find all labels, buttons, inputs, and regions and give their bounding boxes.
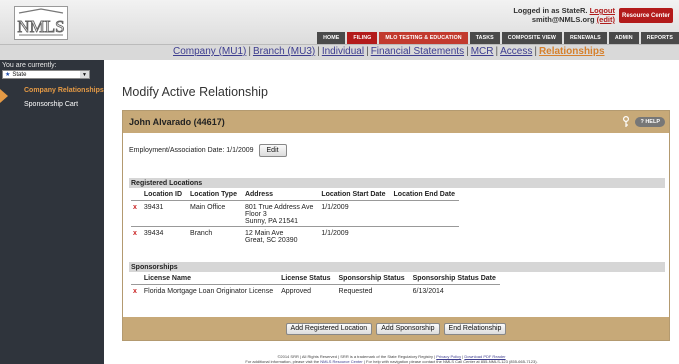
- location-type: Branch: [186, 226, 241, 245]
- logo-text: NMLS: [17, 17, 64, 36]
- key-icon[interactable]: [621, 116, 631, 128]
- table-row: x Florida Mortgage Loan Originator Licen…: [131, 284, 500, 296]
- nav-filing[interactable]: FILING: [347, 32, 378, 44]
- state-select[interactable]: ★ State ▼: [2, 70, 90, 79]
- table-row: x 39434 Branch 12 Main Ave Great, SC 203…: [131, 226, 459, 245]
- column-header: Location Start Date: [321, 191, 386, 198]
- panel-title: John Alvarado (44617): [129, 117, 225, 127]
- sponsorships-table: License Name License Status Sponsorship …: [131, 273, 500, 296]
- end-relationship-button[interactable]: End Relationship: [443, 322, 507, 335]
- star-icon: ★: [5, 72, 11, 78]
- remove-location-icon[interactable]: x: [131, 226, 140, 245]
- license-status: Approved: [277, 284, 335, 296]
- sub-nav: Company (MU1) | Branch (MU3) | Individual | Fi…: [173, 46, 605, 57]
- logout-link[interactable]: Logout: [590, 6, 615, 15]
- relationship-panel: John Alvarado (44617) ? HELP Employment/…: [122, 110, 670, 341]
- page-footer: ©2014 SRR | All Rights Reserved | SRR is…: [245, 354, 538, 364]
- help-button[interactable]: ? HELP: [635, 117, 665, 127]
- location-address: 12 Main Ave Great, SC 20390: [240, 226, 318, 245]
- subnav-individual[interactable]: Individual: [322, 46, 364, 57]
- location-id: 39431: [139, 200, 187, 227]
- logged-in-text: Logged in as StateR.: [513, 6, 588, 15]
- registered-locations-heading: Registered Locations: [129, 178, 665, 188]
- header-bar: NMLS Logged in as StateR. Logout smith@N…: [0, 0, 679, 45]
- column-header: Address: [244, 191, 273, 198]
- subnav-branch[interactable]: Branch (MU3): [253, 46, 315, 57]
- remove-sponsorship-icon[interactable]: x: [131, 284, 140, 296]
- sponsorship-status: Requested: [334, 284, 409, 296]
- panel-footer: Add Registered Location Add Sponsorship …: [123, 317, 669, 340]
- user-email: smith@NMLS.org: [531, 15, 595, 24]
- add-registered-location-button[interactable]: Add Registered Location: [285, 322, 373, 335]
- subnav-financial-statements[interactable]: Financial Statements: [371, 46, 464, 57]
- panel-header: John Alvarado (44617): [123, 111, 669, 133]
- add-sponsorship-button[interactable]: Add Sponsorship: [376, 322, 440, 335]
- sidebar-item-label: Sponsorship Cart: [24, 101, 79, 108]
- sidebar: You are currently: ★ State ▼ Company Rel…: [0, 60, 104, 364]
- footer-help-text: | For help with navigation please contac…: [363, 359, 538, 364]
- employment-date-row: Employment/Association Date: 1/1/2009 Ed…: [129, 144, 287, 157]
- page-title: Modify Active Relationship: [122, 85, 268, 99]
- location-id: 39434: [139, 226, 187, 245]
- location-address: 801 True Address Ave Floor 3 Sunny, PA 2…: [240, 200, 318, 227]
- user-info: Logged in as StateR. Logout smith@NMLS.o…: [513, 6, 615, 24]
- subnav-access[interactable]: Access: [500, 46, 532, 57]
- help-button-label: HELP: [645, 119, 660, 125]
- main-content: Modify Active Relationship John Alvarado…: [104, 60, 679, 364]
- state-select-value: State: [12, 71, 27, 78]
- you-are-currently-label: You are currently:: [2, 62, 57, 69]
- resource-center-button[interactable]: Resource Center: [619, 8, 673, 23]
- subnav-mcr[interactable]: MCR: [471, 46, 494, 57]
- sidebar-item-label: Company Relationships: [24, 87, 104, 94]
- sponsorships-heading: Sponsorships: [129, 262, 665, 272]
- registered-locations-table: Location ID Location Type Address Locati…: [131, 189, 459, 245]
- column-header: Location Type: [190, 191, 237, 198]
- edit-profile-link[interactable]: (edit): [597, 15, 615, 24]
- location-end-date: [389, 200, 459, 227]
- location-start-date: 1/1/2009: [317, 226, 390, 245]
- column-header: Location End Date: [393, 191, 455, 198]
- subnav-relationships[interactable]: Relationships: [539, 46, 605, 57]
- license-name: Florida Mortgage Loan Originator License: [139, 284, 278, 296]
- nav-tasks[interactable]: TASKS: [469, 32, 500, 44]
- resource-center-link[interactable]: NMLS Resource Center: [320, 359, 362, 364]
- sidebar-item-company-relationships[interactable]: Company Relationships: [0, 87, 104, 103]
- column-header: Location ID: [143, 191, 183, 198]
- column-header: License Name: [143, 275, 191, 282]
- column-header: Sponsorship Status Date: [412, 275, 496, 282]
- sponsorship-status-date: 6/13/2014: [408, 284, 500, 296]
- sidebar-item-sponsorship-cart[interactable]: Sponsorship Cart: [0, 101, 104, 108]
- subnav-company[interactable]: Company (MU1): [173, 46, 246, 57]
- nav-reports[interactable]: REPORTS: [640, 32, 679, 44]
- employment-date-label: Employment/Association Date: 1/1/2009: [129, 147, 254, 154]
- column-header: Sponsorship Status: [338, 275, 405, 282]
- footer-info-text: For additional information, please visit…: [245, 359, 320, 364]
- nav-home[interactable]: HOME: [317, 32, 346, 44]
- nav-renewals[interactable]: RENEWALS: [563, 32, 607, 44]
- nav-mlo-testing[interactable]: MLO TESTING & EDUCATION: [379, 32, 468, 44]
- column-header: License Status: [281, 275, 331, 282]
- location-start-date: 1/1/2009: [317, 200, 390, 227]
- nmls-logo[interactable]: NMLS: [14, 6, 68, 40]
- location-end-date: [389, 226, 459, 245]
- nav-composite-view[interactable]: COMPOSITE VIEW: [501, 32, 562, 44]
- location-type: Main Office: [186, 200, 241, 227]
- nav-admin[interactable]: ADMIN: [608, 32, 639, 44]
- table-row: x 39431 Main Office 801 True Address Ave…: [131, 200, 459, 227]
- chevron-down-icon: ▼: [80, 71, 89, 78]
- edit-employment-date-button[interactable]: Edit: [258, 144, 287, 157]
- top-nav: HOME FILING MLO TESTING & EDUCATION TASK…: [315, 32, 679, 44]
- remove-location-icon[interactable]: x: [131, 200, 140, 227]
